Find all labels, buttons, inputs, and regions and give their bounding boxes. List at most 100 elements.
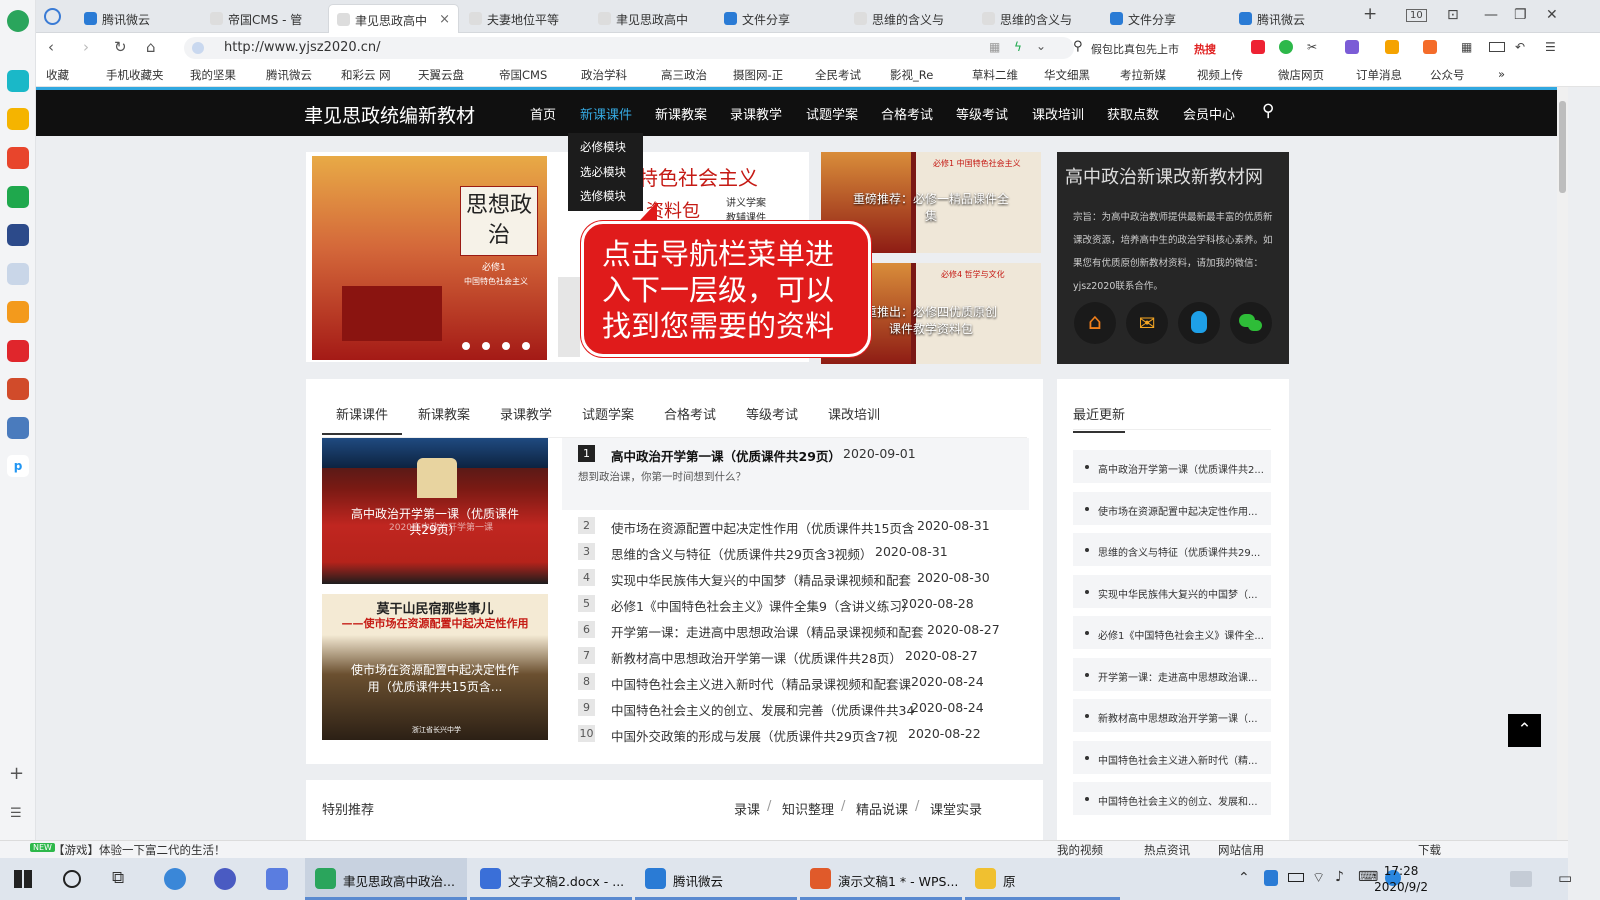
- forward-icon[interactable]: ›: [83, 38, 89, 56]
- hot-news-link[interactable]: 热点资讯: [1144, 842, 1190, 858]
- article-title[interactable]: 实现中华民族伟大复兴的中国梦（精品录课视频和配套: [611, 570, 911, 589]
- nav-item[interactable]: 试题学案: [806, 104, 858, 123]
- tray-app-icon[interactable]: [1264, 870, 1278, 886]
- tray-app-icon[interactable]: [1510, 871, 1532, 887]
- browser-tab[interactable]: 思维的含义与: [846, 4, 972, 33]
- search-icon[interactable]: ⚲: [1262, 101, 1274, 121]
- content-tab[interactable]: 课改培训: [828, 404, 880, 423]
- nav-item[interactable]: 获取点数: [1107, 104, 1159, 123]
- reload-icon[interactable]: ↻: [114, 38, 127, 56]
- close-icon[interactable]: ✕: [1546, 7, 1558, 23]
- add-icon[interactable]: +: [9, 763, 24, 784]
- extension-icon[interactable]: [1251, 40, 1265, 54]
- close-tab-icon[interactable]: ×: [439, 12, 450, 27]
- url-input[interactable]: http://www.yjsz2020.cn/ ▦ ϟ ⌄: [184, 37, 1074, 59]
- special-tab[interactable]: 知识整理: [782, 799, 834, 818]
- feature-card[interactable]: 莫干山民宿那些事儿 ——使市场在资源配置中起决定性作用 使市场在资源配置中起决定…: [322, 594, 548, 740]
- game-icon[interactable]: [1423, 40, 1437, 54]
- back-to-top-button[interactable]: ⌃: [1508, 714, 1541, 747]
- slider-dot[interactable]: [522, 342, 530, 350]
- bookmark-item[interactable]: 手机收藏夹: [106, 67, 164, 83]
- menu-icon[interactable]: ☰: [1545, 40, 1556, 54]
- article-title[interactable]: 开学第一课：走进高中思想政治课（精品录课视频和配套: [611, 622, 924, 641]
- slider-dot[interactable]: [482, 342, 490, 350]
- my-videos-link[interactable]: 我的视频: [1057, 842, 1103, 858]
- battery-icon[interactable]: [1489, 42, 1505, 52]
- content-tab[interactable]: 录课教学: [500, 404, 552, 423]
- article-row[interactable]: 6 开学第一课：走进高中思想政治课（精品录课视频和配套 2020-08-27: [578, 620, 1028, 640]
- article-title[interactable]: 中国特色社会主义的创立、发展和完善（优质课件共34: [611, 700, 914, 719]
- nav-item[interactable]: 会员中心: [1183, 104, 1235, 123]
- task-view-icon[interactable]: ⧉: [112, 868, 124, 888]
- dropdown-item-selective-required[interactable]: 选必模块: [580, 164, 626, 180]
- bookmark-item[interactable]: 我的坚果: [190, 67, 236, 83]
- notification-icon[interactable]: ▭: [1558, 869, 1572, 887]
- content-tab[interactable]: 新课教案: [418, 404, 470, 423]
- extension-icon[interactable]: [1345, 40, 1359, 54]
- sidebar-app-icon[interactable]: [7, 224, 29, 246]
- taskbar-app[interactable]: 文字文稿2.docx - ...: [470, 858, 632, 900]
- bookmark-item[interactable]: 摄图网-正: [733, 67, 783, 83]
- page-scrollbar[interactable]: [1557, 87, 1568, 840]
- dropdown-item-elective[interactable]: 选修模块: [580, 188, 626, 204]
- download-link[interactable]: 下载: [1418, 842, 1441, 858]
- article-title[interactable]: 中国特色社会主义进入新时代（精品录课视频和配套课: [611, 674, 911, 693]
- article-row[interactable]: 2 使市场在资源配置中起决定性作用（优质课件共15页含 2020-08-31: [578, 516, 1028, 536]
- battery-icon[interactable]: [1288, 873, 1304, 882]
- bookmark-item[interactable]: 华文细黑: [1044, 67, 1090, 83]
- recent-item[interactable]: 必修1《中国特色社会主义》课件全...: [1073, 616, 1271, 649]
- bookmark-item[interactable]: 全民考试: [815, 67, 861, 83]
- recent-item[interactable]: 使市场在资源配置中起决定性作用...: [1073, 491, 1271, 525]
- shopping-icon[interactable]: [7, 301, 29, 323]
- content-tab[interactable]: 新课课件: [322, 404, 403, 435]
- minimize-icon[interactable]: —: [1484, 7, 1498, 23]
- nav-item[interactable]: 首页: [530, 104, 556, 123]
- extension-icon[interactable]: [1279, 40, 1293, 54]
- article-row[interactable]: 8 中国特色社会主义进入新时代（精品录课视频和配套课 2020-08-24: [578, 672, 1028, 692]
- nav-item[interactable]: 录课教学: [730, 104, 782, 123]
- volume-icon[interactable]: ♪: [1335, 869, 1344, 885]
- browser-tab[interactable]: 聿见思政高中 ×: [328, 4, 459, 33]
- new-tab-button[interactable]: +: [1363, 4, 1377, 24]
- taskbar-app[interactable]: 腾讯微云: [635, 858, 797, 900]
- menu-icon[interactable]: ☰: [10, 806, 22, 821]
- article-title[interactable]: 思维的含义与特征（优质课件共29页含3视频）: [611, 544, 872, 563]
- dropdown-item-required[interactable]: 必修模块: [580, 139, 626, 155]
- bookmark-item[interactable]: 公众号: [1430, 67, 1465, 83]
- site-info-icon[interactable]: [192, 42, 204, 54]
- article-title[interactable]: 使市场在资源配置中起决定性作用（优质课件共15页含: [611, 518, 914, 537]
- recent-item[interactable]: 中国特色社会主义进入新时代（精...: [1073, 740, 1271, 774]
- browser-tab[interactable]: 腾讯微云: [1231, 4, 1356, 33]
- recent-item[interactable]: 开学第一课：走进高中思想政治课...: [1073, 657, 1271, 691]
- sidebar-app-icon[interactable]: p: [7, 455, 29, 477]
- bookmark-item[interactable]: 草料二维: [972, 67, 1018, 83]
- bookmark-item[interactable]: 收藏: [46, 67, 69, 83]
- bolt-icon[interactable]: ϟ: [1014, 40, 1022, 54]
- slider-dot[interactable]: [462, 342, 470, 350]
- restore-tabs-icon[interactable]: ⊡: [1447, 7, 1459, 23]
- bookmark-item[interactable]: 高三政治: [661, 67, 707, 83]
- game-icon[interactable]: [7, 417, 29, 439]
- sidebar-app-icon[interactable]: [7, 340, 29, 362]
- recent-item[interactable]: 实现中华民族伟大复兴的中国梦（...: [1073, 574, 1271, 608]
- weibo-icon[interactable]: [7, 147, 29, 169]
- browser-tab[interactable]: 腾讯微云: [76, 4, 200, 33]
- bookmark-item[interactable]: 考拉新媒: [1120, 67, 1166, 83]
- bookmark-item[interactable]: 和彩云 网: [341, 67, 391, 83]
- article-title[interactable]: 必修1《中国特色社会主义》课件全集9（含讲义练习）: [611, 596, 914, 615]
- content-tab[interactable]: 试题学案: [582, 404, 634, 423]
- nav-item[interactable]: 课改培训: [1032, 104, 1084, 123]
- back-icon[interactable]: ‹: [48, 38, 54, 56]
- system-clock[interactable]: 17:28 2020/9/2: [1374, 863, 1428, 895]
- scrollbar-thumb[interactable]: [1559, 101, 1566, 193]
- bookmark-item[interactable]: 政治学科: [581, 67, 627, 83]
- tray-expand-icon[interactable]: ⌃: [1238, 870, 1250, 886]
- site-logo[interactable]: 聿见思政统编新教材: [304, 101, 475, 128]
- navigation-icon[interactable]: [44, 8, 61, 25]
- site-credit-link[interactable]: 网站信用: [1218, 842, 1264, 858]
- pinned-app-icon[interactable]: [164, 868, 186, 890]
- grid-icon[interactable]: ▦: [1461, 40, 1472, 54]
- windows-start-icon[interactable]: [14, 870, 32, 888]
- shield-icon[interactable]: [1385, 40, 1399, 54]
- nav-item[interactable]: 新课课件: [580, 104, 632, 123]
